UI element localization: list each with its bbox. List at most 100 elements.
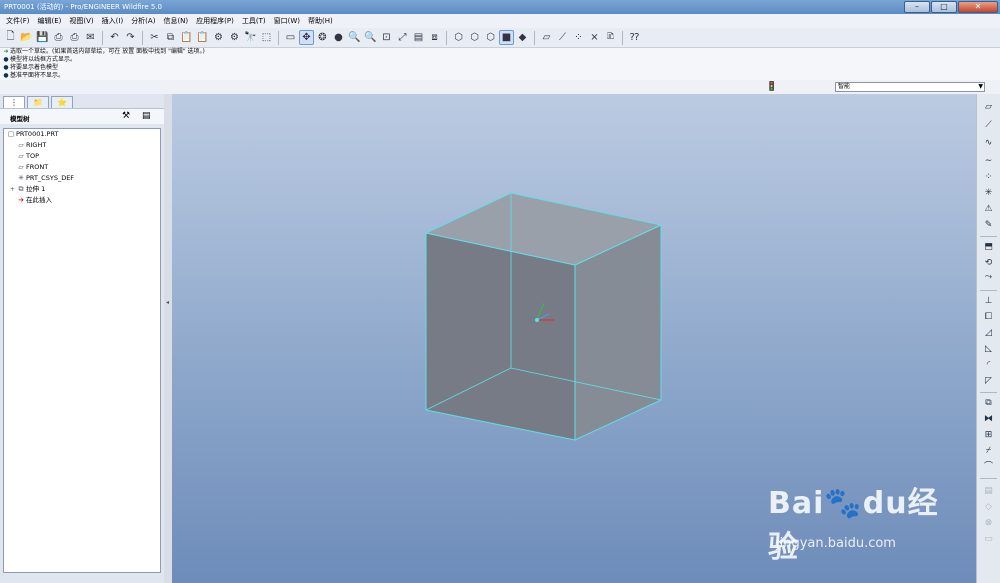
tab-folder-browser[interactable]: 📁	[27, 96, 49, 108]
tree-item-label: TOP	[26, 152, 40, 160]
orient-mode-icon[interactable]: ❂	[315, 30, 330, 45]
annotation-display-icon[interactable]: 🗈	[603, 30, 618, 45]
tree-item-label: PRT0001.PRT	[16, 130, 59, 138]
tree-item-top[interactable]: ▱ TOP	[4, 151, 160, 162]
tree-item-csys[interactable]: ✳ PRT_CSYS_DEF	[4, 173, 160, 184]
spin-center-icon[interactable]: ✥	[299, 30, 314, 45]
datum-point-display-icon[interactable]: ⁘	[571, 30, 586, 45]
hole-tool-icon[interactable]: ⊥	[981, 294, 996, 308]
message-area: ➜ 选取一个草绘。(如果首选内部草绘，可在 放置 面板中找到 "编辑" 选项。)…	[0, 48, 1000, 80]
close-button[interactable]: ✕	[958, 1, 998, 13]
paste-special-icon[interactable]: 📋	[195, 30, 210, 45]
open-file-icon[interactable]: 📂	[19, 30, 34, 45]
analysis-feature-icon[interactable]: ⚠	[981, 202, 996, 216]
regenerate-icon[interactable]: ⚙	[211, 30, 226, 45]
thicken-tool-icon[interactable]: ▤	[981, 484, 996, 498]
new-file-icon[interactable]: 🗋	[3, 30, 18, 45]
redo-icon[interactable]: ↷	[123, 30, 138, 45]
hidden-line-icon[interactable]: ⬡	[467, 30, 482, 45]
csys-display-icon[interactable]: ⨯	[587, 30, 602, 45]
print-icon[interactable]: ⎙	[51, 30, 66, 45]
display-style-icon[interactable]: ●	[331, 30, 346, 45]
context-help-icon[interactable]: ⁇	[627, 30, 642, 45]
tree-item-front[interactable]: ▱ FRONT	[4, 162, 160, 173]
sketch-curve-tool-icon[interactable]: ∼	[981, 154, 996, 168]
wireframe-icon[interactable]: ⬡	[451, 30, 466, 45]
offset-tool-icon[interactable]: ⌒	[981, 460, 996, 474]
reorient-icon[interactable]: ⤢	[395, 30, 410, 45]
menu-help[interactable]: 帮助(H)	[304, 14, 337, 28]
message-text: 选取一个草绘。(如果首选内部草绘，可在 放置 面板中找到 "编辑" 选项。)	[10, 48, 205, 55]
tree-show-icon[interactable]: ▤	[142, 111, 151, 121]
tree-item-part[interactable]: ▢ PRT0001.PRT	[4, 129, 160, 140]
save-icon[interactable]: 💾	[35, 30, 50, 45]
menu-edit[interactable]: 编辑(E)	[34, 14, 66, 28]
window-controls: – □ ✕	[904, 1, 998, 13]
menu-tools[interactable]: 工具(T)	[238, 14, 270, 28]
menu-info[interactable]: 信息(N)	[159, 14, 192, 28]
select-box-icon[interactable]: ⬚	[259, 30, 274, 45]
extrude-tool-icon[interactable]: ⬒	[981, 240, 996, 254]
datum-curve-tool-icon[interactable]: ∿	[981, 136, 996, 150]
saved-views-icon[interactable]: ▤	[411, 30, 426, 45]
intersect-tool-icon[interactable]: ⊗	[981, 516, 996, 530]
datum-plane-tool-icon[interactable]: ▱	[981, 100, 996, 114]
message-text: 将要显示着色模型	[10, 64, 59, 71]
rib-tool-icon[interactable]: ◿	[981, 326, 996, 340]
datum-axis-display-icon[interactable]: ⟋	[555, 30, 570, 45]
tab-model-tree[interactable]: ⋮	[3, 96, 25, 108]
copy-icon[interactable]: ⧉	[163, 30, 178, 45]
paste-icon[interactable]: 📋	[179, 30, 194, 45]
datum-plane-display-icon[interactable]: ▱	[539, 30, 554, 45]
no-hidden-icon[interactable]: ⬡	[483, 30, 498, 45]
collapse-arrow-icon[interactable]: ◂	[166, 299, 169, 306]
sketch-tool-icon[interactable]: ✎	[981, 218, 996, 232]
revolve-tool-icon[interactable]: ⟲	[981, 256, 996, 270]
print-preview-icon[interactable]: ⎙	[67, 30, 82, 45]
menu-window[interactable]: 窗口(W)	[270, 14, 304, 28]
sweep-tool-icon[interactable]: ⤳	[981, 270, 996, 284]
email-icon[interactable]: ✉	[83, 30, 98, 45]
title-bar: PRT0001 (活动的) - Pro/ENGINEER Wildfire 5.…	[0, 0, 1000, 14]
model-tree-title: 模型树	[10, 115, 30, 123]
trim-tool-icon[interactable]: ⌿	[981, 444, 996, 458]
menu-analysis[interactable]: 分析(A)	[127, 14, 159, 28]
tab-favorites[interactable]: ⭐	[51, 96, 73, 108]
menu-view[interactable]: 视图(V)	[65, 14, 97, 28]
shading-icon[interactable]: ■	[499, 30, 514, 45]
merge-tool-icon[interactable]: ⊞	[981, 428, 996, 442]
cut-icon[interactable]: ✂	[147, 30, 162, 45]
tree-item-extrude[interactable]: + ⧉ 拉伸 1	[4, 184, 160, 195]
maximize-button[interactable]: □	[931, 1, 957, 13]
shell-tool-icon[interactable]: ⧠	[981, 310, 996, 324]
solidify-tool-icon[interactable]: ◇	[981, 500, 996, 514]
minimize-button[interactable]: –	[904, 1, 930, 13]
zoom-in-icon[interactable]: 🔍	[347, 30, 362, 45]
refit-icon[interactable]: ⊡	[379, 30, 394, 45]
mirror-tool-icon[interactable]: ⧓	[981, 412, 996, 426]
datum-axis-tool-icon[interactable]: ⟋	[981, 118, 996, 132]
baidu-url: jingyan.baidu.com	[776, 536, 896, 551]
datum-point-tool-icon[interactable]: ⁘	[981, 170, 996, 184]
enhanced-realism-icon[interactable]: ◆	[515, 30, 530, 45]
draft-tool-icon[interactable]: ◺	[981, 342, 996, 356]
repaint-icon[interactable]: ▭	[283, 30, 298, 45]
panel-splitter[interactable]: ◂	[164, 94, 172, 583]
round-tool-icon[interactable]: ◜	[981, 358, 996, 372]
zoom-out-icon[interactable]: 🔍	[363, 30, 378, 45]
menu-insert[interactable]: 插入(I)	[98, 14, 128, 28]
tree-settings-icon[interactable]: ⚒	[122, 111, 130, 121]
selection-filter-select[interactable]: 智能 ▼	[835, 82, 985, 92]
undo-icon[interactable]: ↶	[107, 30, 122, 45]
menu-applications[interactable]: 应用程序(P)	[192, 14, 238, 28]
pattern-tool-icon[interactable]: ⧉	[981, 396, 996, 410]
menu-file[interactable]: 文件(F)	[2, 14, 34, 28]
find-icon[interactable]: 🔭	[243, 30, 258, 45]
extend-tool-icon[interactable]: ▭	[981, 532, 996, 546]
tree-item-right[interactable]: ▱ RIGHT	[4, 140, 160, 151]
tree-item-insert-here[interactable]: ➔ 在此插入	[4, 195, 160, 206]
csys-tool-icon[interactable]: ✳	[981, 186, 996, 200]
regen-manager-icon[interactable]: ⚙	[227, 30, 242, 45]
layers-icon[interactable]: ⧈	[427, 30, 442, 45]
chamfer-tool-icon[interactable]: ◸	[981, 374, 996, 388]
